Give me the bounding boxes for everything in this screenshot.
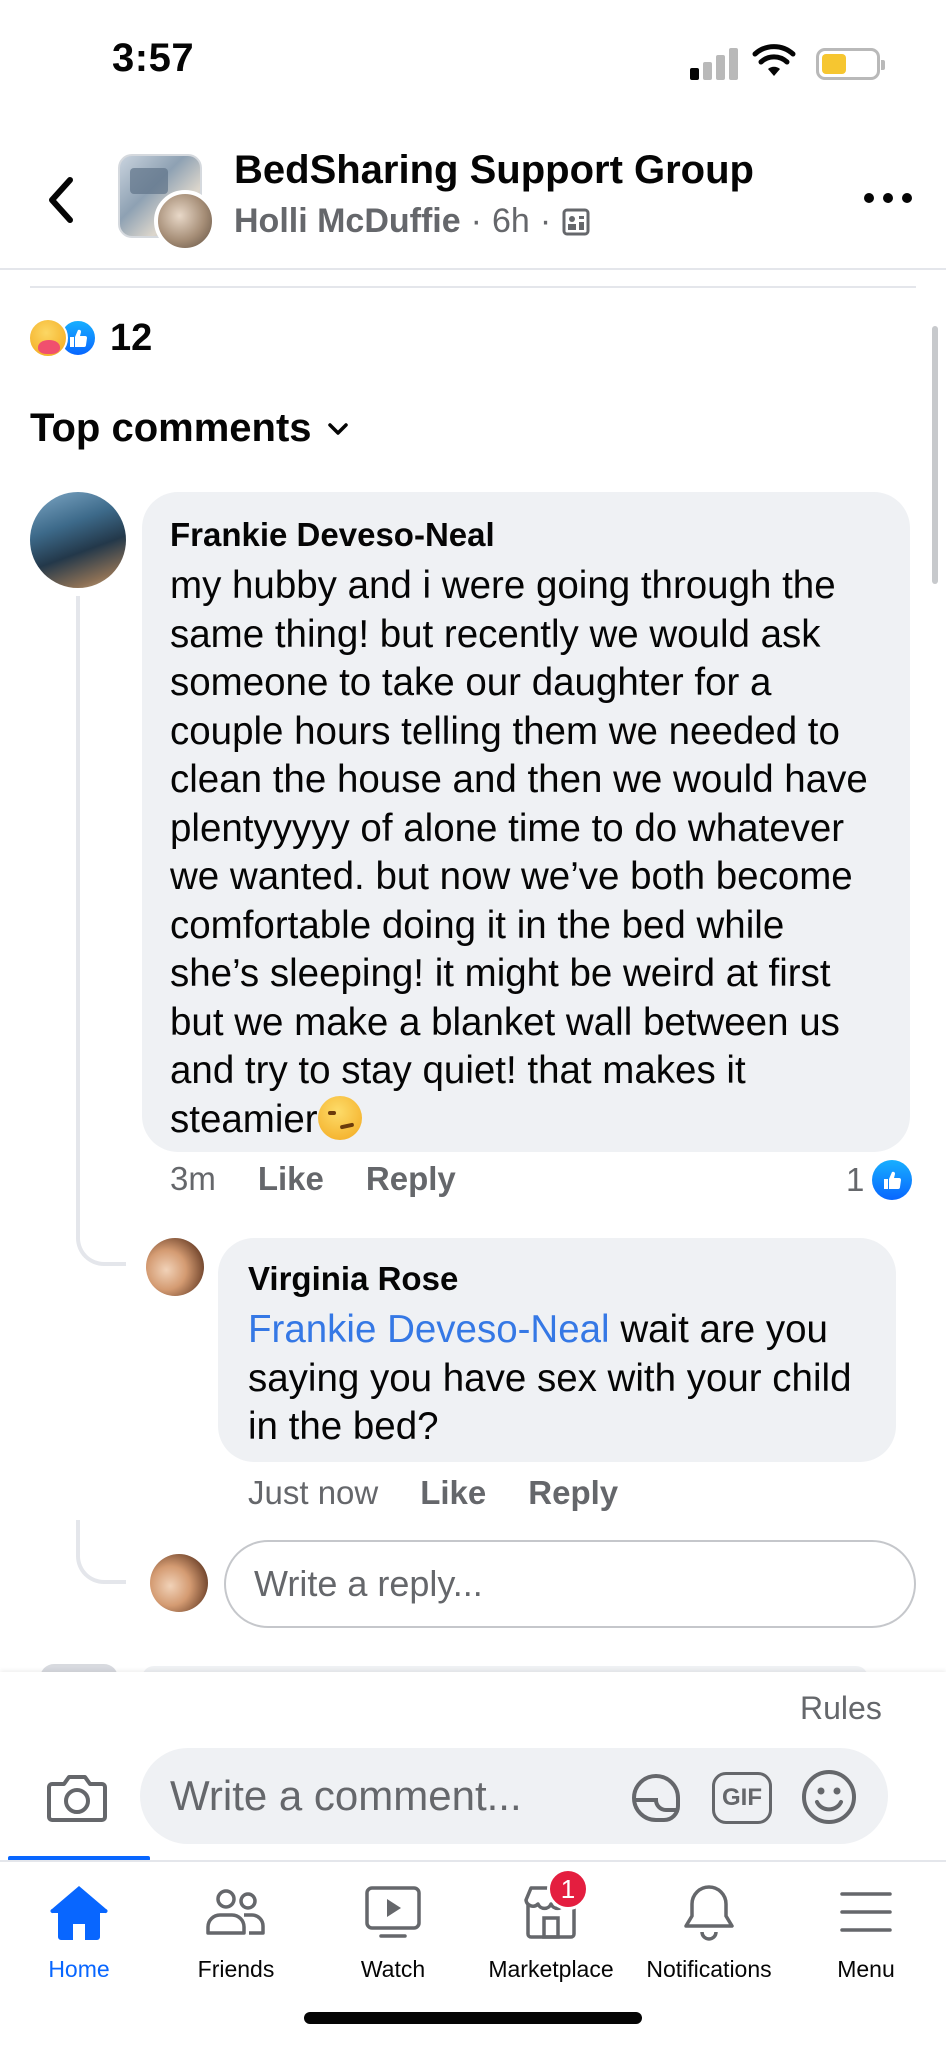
reply-button[interactable]: Reply <box>366 1160 456 1198</box>
comment-reaction-count[interactable]: 1 <box>846 1160 913 1200</box>
comment-sort-dropdown[interactable]: Top comments <box>30 406 350 451</box>
comment-input[interactable]: Write a comment... <box>140 1748 888 1844</box>
reply-bubble: Virginia Rose Frankie Deveso-Neal wait a… <box>218 1238 896 1462</box>
status-time: 3:57 <box>112 36 195 80</box>
reply-time: Just now <box>248 1474 379 1511</box>
reactions-summary[interactable]: 12 <box>28 316 152 360</box>
back-button[interactable] <box>36 168 84 232</box>
smirk-emoji-icon <box>317 1095 362 1140</box>
chevron-left-icon <box>49 177 73 223</box>
poster-avatar[interactable] <box>154 190 216 252</box>
notification-badge: 1 <box>547 1868 589 1910</box>
comment-body: my hubby and i were going through the sa… <box>170 564 868 1141</box>
avatar[interactable] <box>146 1238 204 1296</box>
poster-name[interactable]: Holli McDuffie <box>234 202 461 241</box>
tab-label: Home <box>48 1956 110 1982</box>
comment-actions: 3m Like Reply <box>170 1160 498 1198</box>
avatar[interactable] <box>30 492 126 588</box>
reply-author[interactable]: Virginia Rose <box>248 1256 866 1302</box>
meta-separator: · <box>539 202 552 240</box>
chevron-down-icon <box>327 422 348 435</box>
comment-author[interactable]: Frankie Deveso-Neal <box>170 512 882 558</box>
rules-link[interactable]: Rules <box>800 1690 882 1727</box>
tab-label: Notifications <box>646 1956 772 1982</box>
thread-connector <box>76 1196 126 1266</box>
cellular-signal-icon <box>690 48 740 80</box>
tab-label: Watch <box>360 1956 426 1982</box>
meta-separator: · <box>470 202 482 240</box>
home-icon <box>50 1886 108 1940</box>
bell-icon <box>684 1885 734 1941</box>
tab-friends[interactable]: Friends <box>157 1880 315 1990</box>
home-indicator <box>304 2012 642 2024</box>
battery-icon <box>816 48 885 80</box>
tab-watch[interactable]: Watch <box>314 1880 472 1990</box>
hamburger-menu-icon <box>840 1892 892 1932</box>
gif-button[interactable]: GIF <box>712 1772 772 1824</box>
reply-text: Frankie Deveso-Neal wait are you saying … <box>248 1306 866 1452</box>
like-count: 1 <box>846 1161 865 1198</box>
more-options-button[interactable] <box>864 188 912 208</box>
post-header: BedSharing Support Group Holli McDuffie … <box>0 140 946 270</box>
scrollbar[interactable] <box>932 326 938 584</box>
comment-time: 3m <box>170 1160 216 1197</box>
sticker-icon[interactable] <box>626 1770 686 1826</box>
wifi-icon <box>752 44 796 76</box>
reply-input[interactable]: Write a reply... <box>224 1540 916 1628</box>
reply-button[interactable]: Reply <box>528 1474 618 1512</box>
comment-text: my hubby and i were going through the sa… <box>170 562 882 1144</box>
tab-notifications[interactable]: Notifications <box>630 1880 788 1990</box>
status-bar: 3:57 <box>0 0 946 120</box>
group-privacy-icon <box>562 208 590 235</box>
divider <box>30 286 916 288</box>
friends-icon <box>206 1889 265 1935</box>
tab-home[interactable]: Home <box>0 1880 158 1990</box>
mention-link[interactable]: Frankie Deveso-Neal <box>248 1308 610 1351</box>
camera-icon[interactable] <box>46 1770 108 1824</box>
tab-menu[interactable]: Menu <box>787 1880 945 1990</box>
like-button[interactable]: Like <box>258 1160 324 1198</box>
post-meta: Holli McDuffie · 6h · <box>234 202 591 241</box>
comment-input-placeholder: Write a comment... <box>170 1772 522 1819</box>
group-name[interactable]: BedSharing Support Group <box>234 148 754 193</box>
reply-actions: Just now Like Reply <box>248 1474 660 1512</box>
thread-connector <box>76 1520 126 1584</box>
reaction-count: 12 <box>110 316 153 359</box>
tab-label: Friends <box>197 1956 275 1982</box>
avatar <box>150 1554 208 1612</box>
thread-line <box>76 596 80 1196</box>
like-reaction-icon <box>872 1160 913 1200</box>
care-reaction-icon <box>28 318 68 358</box>
emoji-icon[interactable] <box>800 1768 858 1826</box>
comment-sort-label: Top comments <box>30 406 312 450</box>
like-button[interactable]: Like <box>420 1474 486 1512</box>
tab-marketplace[interactable]: 1 Marketplace <box>472 1868 630 1990</box>
watch-icon <box>365 1886 421 1938</box>
comment-bubble: Frankie Deveso-Neal my hubby and i were … <box>142 492 910 1152</box>
tab-label: Menu <box>837 1956 895 1982</box>
post-time: 6h <box>492 202 530 240</box>
tab-label: Marketplace <box>488 1956 614 1982</box>
